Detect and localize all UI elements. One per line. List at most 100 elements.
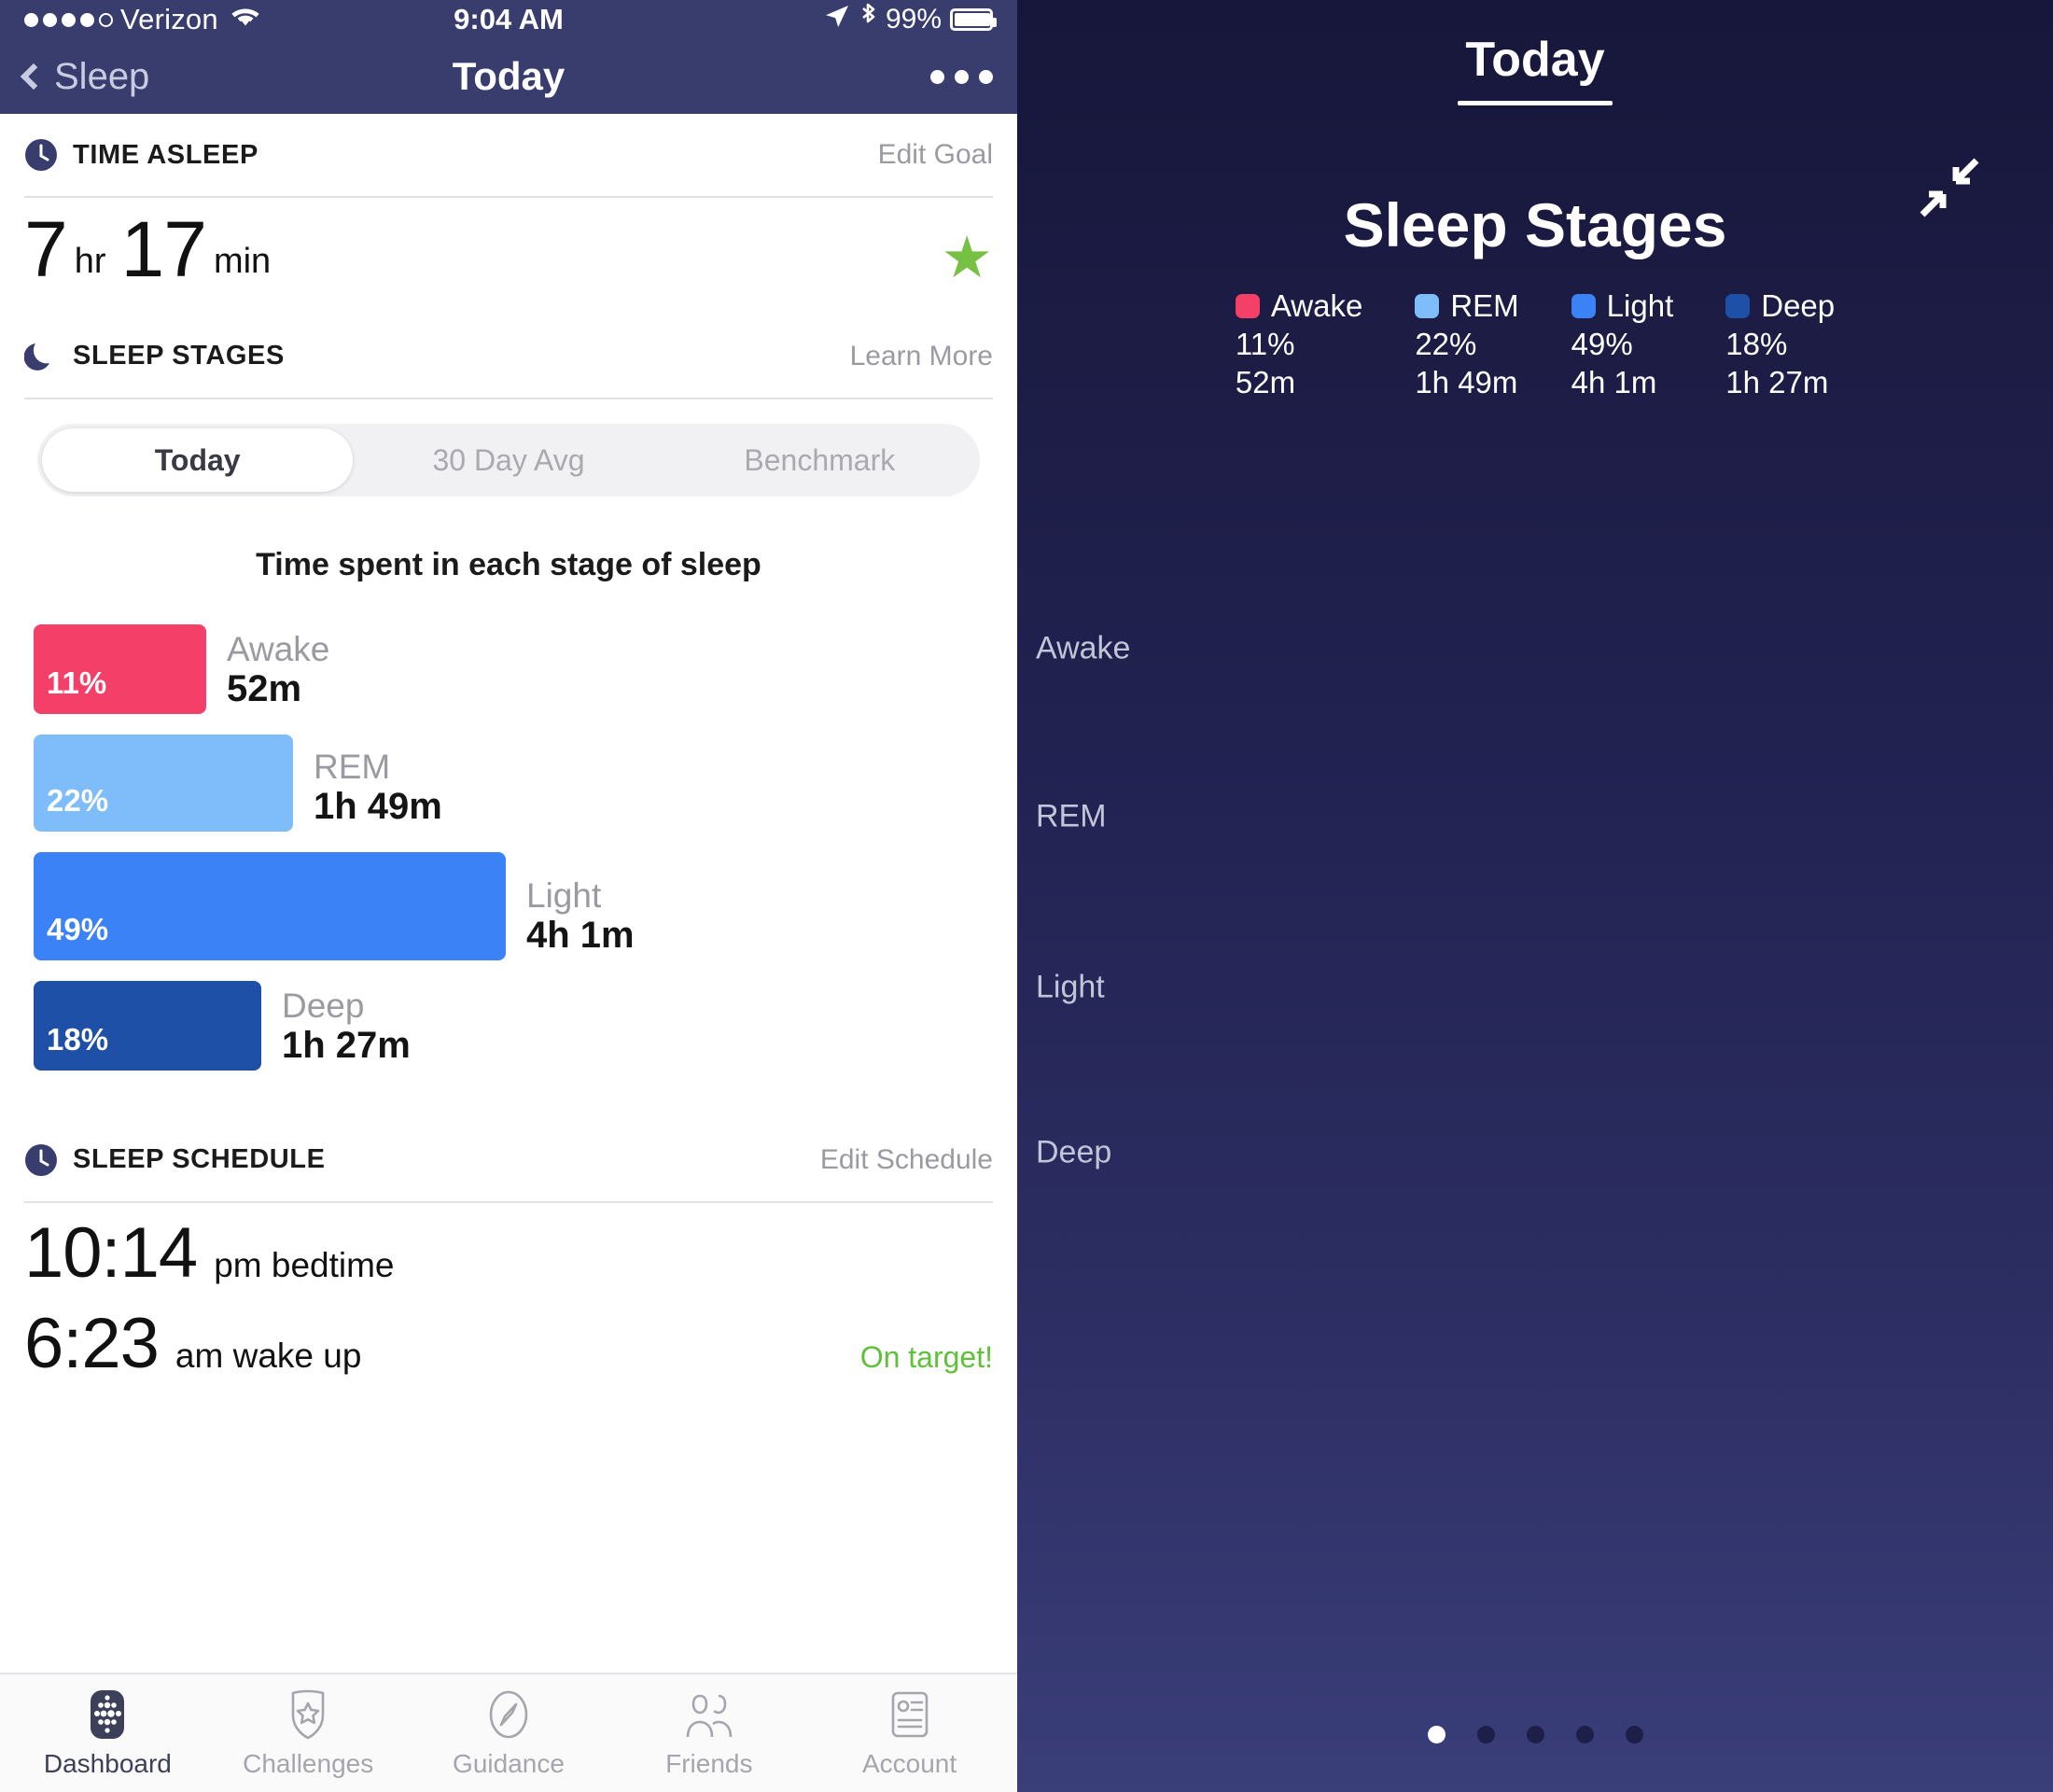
page-dot[interactable] [1427, 1726, 1445, 1743]
page-title: Today [452, 54, 566, 98]
learn-more-link[interactable]: Learn More [850, 341, 993, 372]
bedtime-row: 10:14 pm bedtime [0, 1203, 1017, 1294]
stage-bar-duration: 1h 49m [314, 786, 442, 827]
tab-label: Friends [665, 1748, 753, 1778]
right-page-title-label: Today [1465, 33, 1605, 87]
right-heading: Sleep Stages [1343, 190, 1727, 259]
sleep-stages-section-header: SLEEP STAGES Learn More [0, 315, 1017, 398]
bedtime-label: pm bedtime [214, 1245, 395, 1284]
legend-label: Awake [1270, 288, 1363, 323]
legend-label: Light [1606, 288, 1674, 323]
stage-bar-name: REM [314, 747, 391, 786]
stage-bar: 11% [34, 623, 206, 714]
stage-bar-duration: 1h 27m [282, 1025, 411, 1066]
stage-bar: 49% [34, 851, 506, 960]
legend-item-head: REM [1415, 288, 1519, 324]
legend-item: Light 49% 4h 1m [1571, 288, 1674, 400]
legend-duration: 4h 1m [1571, 365, 1657, 399]
clock-icon [24, 138, 58, 172]
legend-label: Deep [1761, 288, 1836, 323]
tab-today[interactable]: Today [42, 427, 354, 492]
clock-icon [24, 1143, 58, 1177]
time-asleep-section-header: TIME ASLEEP Edit Goal [0, 114, 1017, 196]
status-bar: Verizon 9:04 AM 99% [0, 0, 1017, 39]
legend-duration: 1h 49m [1415, 365, 1518, 399]
legend-percent: 18% [1725, 327, 1788, 361]
chart-caption: Time spent in each stage of sleep [256, 546, 761, 582]
stage-bar-percent: 11% [47, 665, 107, 700]
stage-bar-chart: 11% Awake 52m 22% REM 1h 49m 49% Light 4h 1m 18% D… [0, 583, 1017, 1100]
legend-item-head: Awake [1235, 288, 1363, 324]
page-dot[interactable] [1625, 1726, 1643, 1743]
tab-friends[interactable]: Friends [621, 1688, 798, 1779]
tab-account[interactable]: Account [821, 1688, 999, 1779]
stage-bar-duration: 4h 1m [526, 915, 635, 956]
collapse-arrows-icon[interactable] [1919, 157, 1980, 218]
time-asleep-value: 7 hr 17 min ★ [0, 198, 1017, 315]
bottom-tab-bar: Dashboard Challenges Guidance Friends Ac… [0, 1673, 1017, 1792]
legend-label: REM [1450, 288, 1519, 323]
stage-bar-name: Light [526, 875, 602, 915]
tab-guidance[interactable]: Guidance [420, 1688, 597, 1779]
tab-dashboard[interactable]: Dashboard [19, 1688, 196, 1779]
stage-bar: 22% [34, 734, 293, 832]
edit-goal-link[interactable]: Edit Goal [878, 139, 993, 171]
phone-screen-left: Verizon 9:04 AM 99% Sleep Today TIME ASL… [0, 0, 1017, 1792]
legend-item-head: Light [1571, 288, 1674, 324]
bedtime-value: 10:14 [24, 1212, 198, 1293]
page-dot[interactable] [1526, 1726, 1544, 1743]
legend-item: REM 22% 1h 49m [1415, 288, 1519, 400]
hypnogram-chart: Awake REM Light Deep [1017, 597, 2053, 1213]
battery-percent-label: 99% [885, 4, 942, 35]
stage-legend: Awake 11% 52m REM 22% 1h 49m Light 49% 4h 1m Deep… [1017, 288, 2053, 400]
sleep-schedule-section-header: SLEEP SCHEDULE Edit Schedule [0, 1119, 1017, 1201]
legend-swatch [1415, 294, 1440, 318]
stage-bar-meta: Light 4h 1m [506, 876, 635, 960]
moon-icon [23, 340, 58, 373]
stage-bar-meta: Deep 1h 27m [261, 987, 411, 1071]
chevron-left-icon [20, 63, 48, 91]
battery-icon [950, 8, 997, 31]
minutes-value: 17 [120, 205, 207, 293]
legend-swatch [1725, 294, 1751, 318]
page-dot[interactable] [1476, 1726, 1495, 1743]
account-card-icon [886, 1688, 934, 1741]
phone-screen-right: Today Sleep Stages Awake 11% 52m REM 22% 1h 4… [1017, 0, 2053, 1792]
time-asleep-title: TIME ASLEEP [73, 139, 258, 170]
stage-bar-name: Deep [282, 986, 365, 1025]
compass-icon [485, 1688, 532, 1741]
dashboard-dots-icon [83, 1688, 132, 1741]
right-page-title: Today [1017, 0, 2053, 105]
segmented-control-wrap: Today 30 Day Avg Benchmark [0, 399, 1017, 497]
legend-swatch [1235, 294, 1260, 318]
edit-schedule-link[interactable]: Edit Schedule [820, 1144, 993, 1176]
sleep-schedule-title: SLEEP SCHEDULE [73, 1144, 326, 1175]
tab-label: Dashboard [43, 1748, 172, 1778]
scroll-content: TIME ASLEEP Edit Goal 7 hr 17 min ★ SLEE… [0, 114, 1017, 1673]
tab-30-day-avg[interactable]: 30 Day Avg [353, 428, 663, 492]
hours-value: 7 [24, 205, 68, 293]
legend-item: Deep 18% 1h 27m [1725, 288, 1835, 400]
wakeup-label: am wake up [175, 1336, 362, 1375]
legend-percent: 22% [1415, 327, 1477, 361]
back-button[interactable]: Sleep [20, 56, 149, 98]
stage-bar-percent: 18% [47, 1021, 109, 1057]
legend-item: Awake 11% 52m [1235, 288, 1363, 400]
more-ellipsis-icon[interactable] [930, 69, 993, 84]
segmented-control: Today 30 Day Avg Benchmark [37, 423, 980, 497]
tab-label: Account [861, 1748, 957, 1778]
tab-benchmark[interactable]: Benchmark [664, 428, 975, 492]
star-icon: ★ [941, 225, 993, 290]
page-dot[interactable] [1575, 1726, 1594, 1743]
hours-unit: hr [74, 241, 106, 281]
status-badge: On target! [859, 1339, 993, 1374]
legend-duration: 1h 27m [1725, 365, 1829, 399]
stage-bar: 18% [34, 980, 261, 1071]
shield-star-icon [285, 1688, 331, 1741]
status-bar-right: 99% [824, 2, 997, 37]
legend-duration: 52m [1235, 365, 1296, 399]
stage-bar-row: 22% REM 1h 49m [34, 734, 984, 832]
tab-challenges[interactable]: Challenges [219, 1688, 397, 1779]
legend-percent: 11% [1235, 327, 1295, 361]
legend-swatch [1571, 294, 1596, 318]
